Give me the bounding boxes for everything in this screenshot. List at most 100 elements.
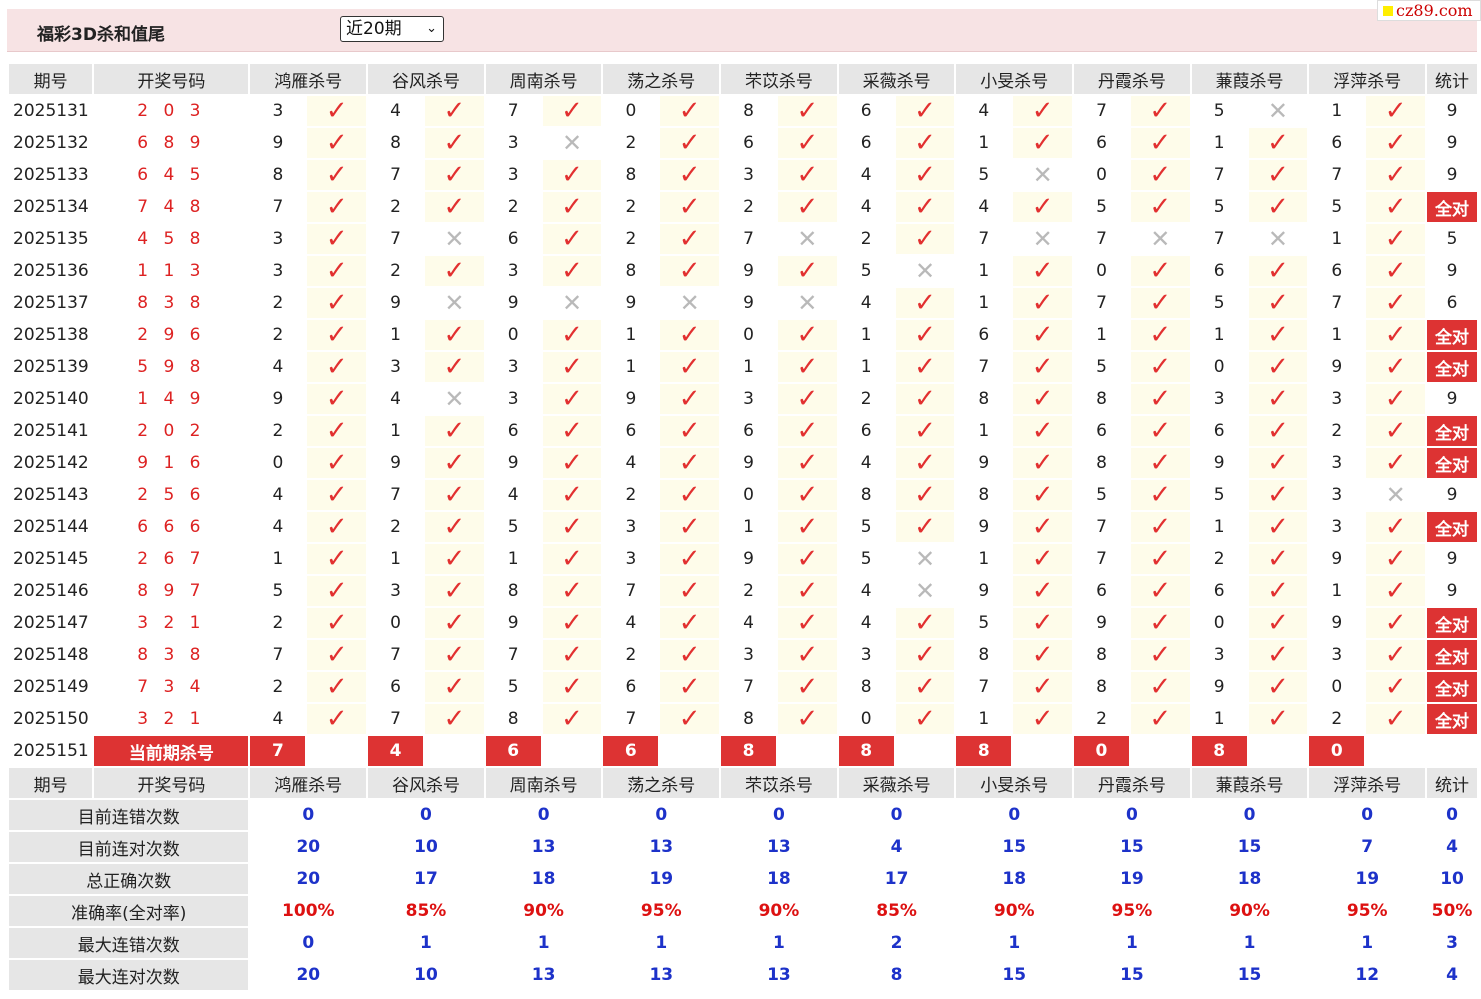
summary-value: 19 — [1309, 864, 1426, 894]
summary-value: 15 — [1074, 832, 1190, 862]
checkmark-icon: ✓ — [914, 160, 936, 190]
summary-value: 0 — [838, 800, 955, 830]
result-cell: ✓ — [1248, 384, 1308, 414]
top-bar: 福彩3D杀和值尾 近20期 ⌄ — [7, 9, 1477, 52]
kill-number-cell: 4 — [250, 480, 306, 510]
result-cell: ✓ — [660, 672, 720, 702]
draw-number-cell: 2 0 3 — [94, 96, 249, 126]
summary-value: 0 — [250, 800, 367, 830]
period-cell: 2025138 — [9, 320, 93, 350]
period-range-select[interactable]: 近20期 ⌄ — [340, 16, 444, 42]
current-kill-blank — [1248, 736, 1308, 766]
table-row: 2025144 6 6 6 4 ✓ 2 ✓ 5 ✓ 3 ✓ 1 ✓ 5 ✓ 9 ✓ 7 ✓ 1 ✓ 3 ✓ 全对 — [9, 512, 1477, 542]
kill-number-cell: 4 — [368, 96, 423, 126]
summary-value: 18 — [721, 864, 837, 894]
result-cell: ✓ — [307, 640, 367, 670]
stat-cell: 9 — [1427, 128, 1477, 158]
header-expert-6: 小旻杀号 — [956, 768, 1073, 798]
site-logo[interactable]: cz89.com — [1377, 0, 1481, 21]
checkmark-icon: ✓ — [796, 384, 819, 414]
kill-number-cell: 1 — [368, 416, 423, 446]
draw-number-cell: 9 1 6 — [94, 448, 249, 478]
table-row: 2025141 2 0 2 2 ✓ 1 ✓ 6 ✓ 6 ✓ 6 ✓ 6 ✓ 1 ✓ 6 ✓ 6 ✓ 2 ✓ 全对 — [9, 416, 1477, 446]
checkmark-icon: ✓ — [796, 256, 819, 286]
checkmark-icon: ✓ — [1384, 544, 1407, 574]
all-correct-badge: 全对 — [1427, 448, 1477, 478]
cross-icon: ✕ — [444, 224, 465, 253]
kill-number-cell: 1 — [1074, 320, 1129, 350]
checkmark-icon: ✓ — [1149, 672, 1172, 702]
result-cell: ✓ — [777, 640, 837, 670]
kill-number-cell: 1 — [1309, 320, 1365, 350]
checkmark-icon: ✓ — [796, 480, 819, 510]
header-stat: 统计 — [1427, 768, 1477, 798]
kill-number-cell: 3 — [485, 384, 541, 414]
checkmark-icon: ✓ — [1031, 128, 1054, 158]
kill-number-cell: 9 — [485, 448, 541, 478]
kill-number-cell: 0 — [250, 448, 306, 478]
cross-icon: ✕ — [1267, 96, 1289, 125]
kill-number-cell: 3 — [1309, 448, 1365, 478]
result-cell: ✓ — [1130, 352, 1190, 382]
checkmark-icon: ✓ — [914, 384, 936, 414]
checkmark-icon: ✓ — [796, 672, 819, 702]
result-cell: ✓ — [895, 704, 955, 734]
summary-value: 4 — [1427, 960, 1477, 990]
kill-number-cell: 4 — [250, 352, 306, 382]
kill-number-cell: 1 — [1309, 224, 1365, 254]
summary-value: 90% — [485, 896, 602, 926]
kill-number-cell: 3 — [250, 96, 306, 126]
summary-value: 10 — [1427, 864, 1477, 894]
result-cell: ✓ — [1013, 640, 1073, 670]
kill-number-cell: 4 — [603, 448, 659, 478]
kill-number-cell: 2 — [603, 640, 659, 670]
checkmark-icon: ✓ — [325, 416, 348, 446]
result-cell: ✓ — [424, 128, 484, 158]
result-cell: ✓ — [1130, 192, 1190, 222]
checkmark-icon: ✓ — [678, 320, 701, 350]
result-cell: ✓ — [777, 448, 837, 478]
kill-number-cell: 1 — [368, 320, 423, 350]
current-period-cell: 2025151 — [9, 736, 93, 766]
summary-value: 1 — [485, 928, 602, 958]
checkmark-icon: ✓ — [561, 256, 583, 286]
kill-number-cell: 1 — [603, 352, 659, 382]
checkmark-icon: ✓ — [678, 416, 701, 446]
result-cell: ✓ — [1130, 96, 1190, 126]
kill-number-cell: 3 — [1191, 640, 1247, 670]
checkmark-icon: ✓ — [443, 128, 466, 158]
result-cell: ✓ — [660, 192, 720, 222]
kill-number-cell: 7 — [368, 224, 423, 254]
header-stat: 统计 — [1427, 64, 1477, 94]
result-cell: ✓ — [1130, 288, 1190, 318]
summary-row: 准确率(全对率) 100% 85% 90% 95% 90% 85% 90% 95% 90% 95% 5… — [9, 896, 1477, 926]
result-cell: ✓ — [424, 416, 484, 446]
checkmark-icon: ✓ — [1384, 160, 1407, 190]
checkmark-icon: ✓ — [443, 160, 466, 190]
result-cell: ✓ — [424, 160, 484, 190]
summary-value: 0 — [485, 800, 602, 830]
checkmark-icon: ✓ — [914, 128, 936, 158]
checkmark-icon: ✓ — [678, 224, 701, 254]
draw-number-cell: 3 2 1 — [94, 608, 249, 638]
logo-text: cz89.com — [1396, 1, 1473, 20]
result-cell: ✓ — [1130, 480, 1190, 510]
kill-number-cell: 1 — [603, 320, 659, 350]
kill-number-cell: 9 — [1191, 672, 1247, 702]
checkmark-icon: ✓ — [1031, 352, 1054, 382]
kill-number-cell: 7 — [1074, 96, 1129, 126]
checkmark-icon: ✓ — [678, 672, 701, 702]
table-row: 2025139 5 9 8 4 ✓ 3 ✓ 3 ✓ 1 ✓ 1 ✓ 1 ✓ 7 ✓ 5 ✓ 0 ✓ 9 ✓ 全对 — [9, 352, 1477, 382]
result-cell: ✓ — [1366, 384, 1426, 414]
checkmark-icon: ✓ — [914, 192, 936, 222]
current-kill-blank — [777, 736, 837, 766]
kill-number-cell: 3 — [603, 512, 659, 542]
result-cell: ✓ — [1130, 576, 1190, 606]
kill-number-cell: 2 — [368, 192, 423, 222]
summary-value: 10 — [368, 960, 484, 990]
kill-number-cell: 5 — [485, 672, 541, 702]
checkmark-icon: ✓ — [325, 352, 348, 382]
result-cell: ✓ — [660, 256, 720, 286]
current-kill-label: 当前期杀号 — [94, 736, 249, 766]
summary-value: 0 — [1427, 800, 1477, 830]
